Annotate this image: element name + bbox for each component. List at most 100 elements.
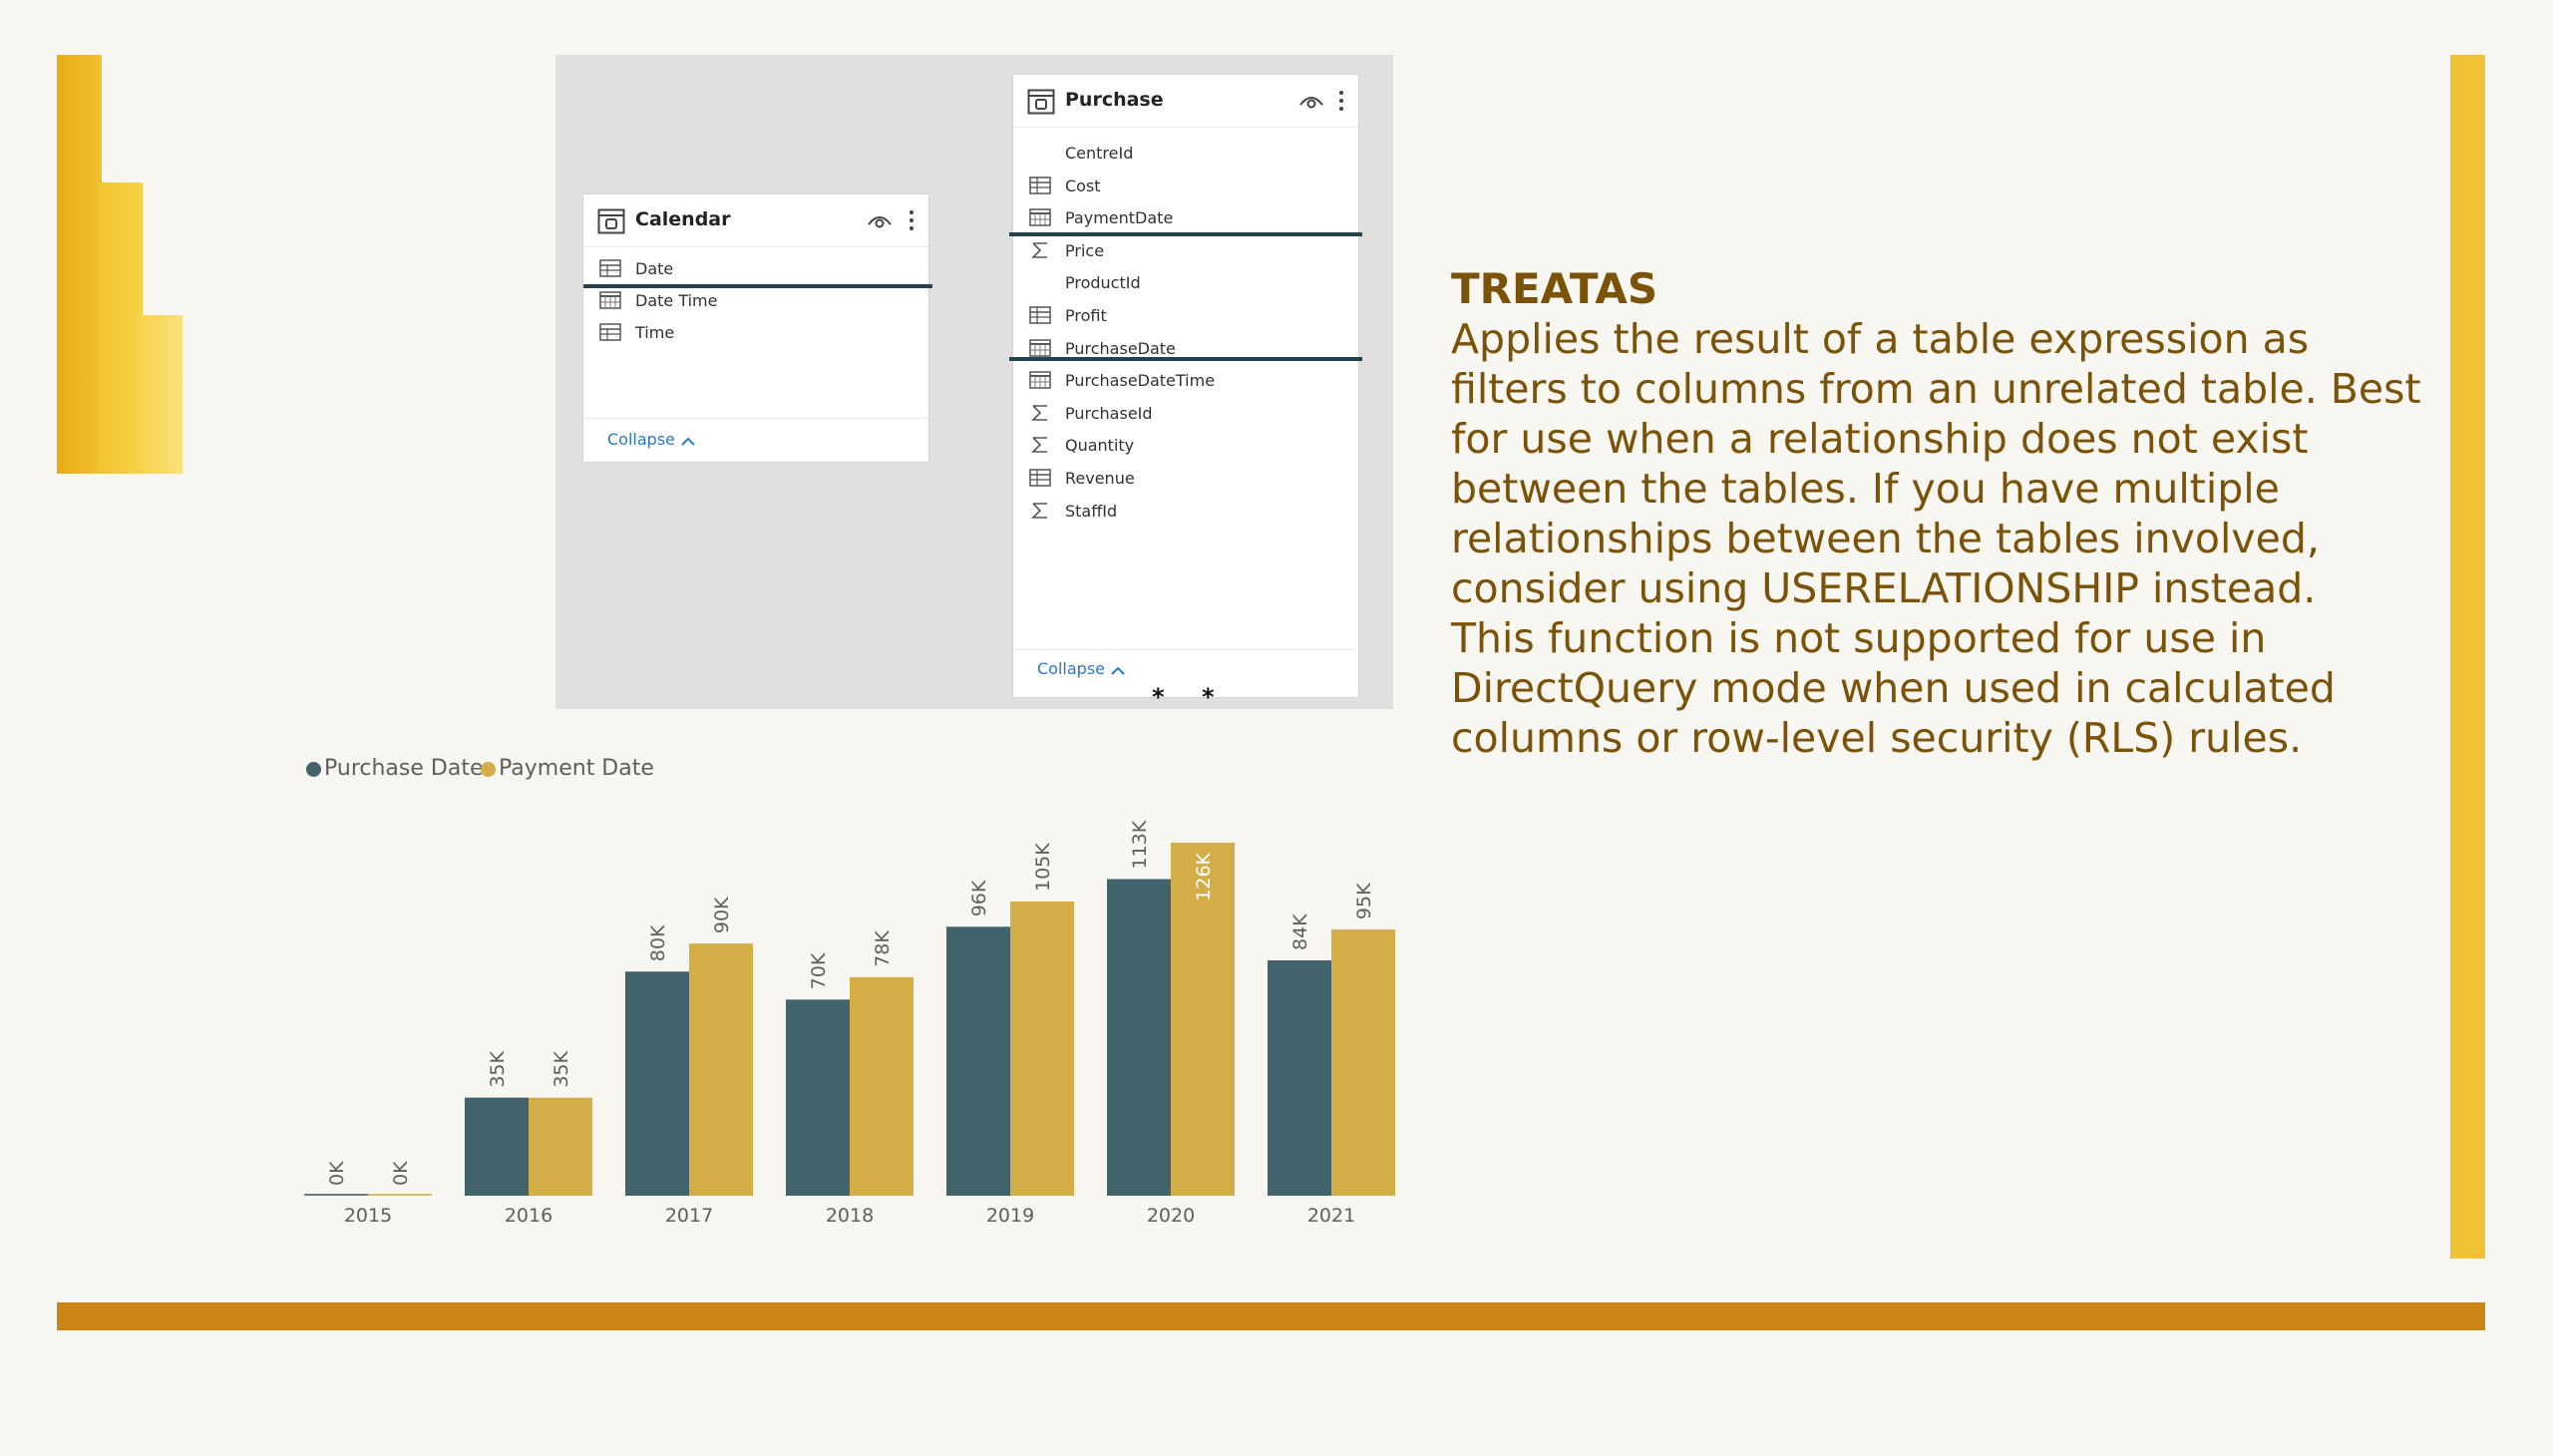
field-row-date[interactable]: Date [583,252,928,284]
data-label: 105K [1032,843,1054,892]
field-label: Time [635,323,675,342]
field-label: PurchaseId [1065,403,1153,423]
field-row[interactable]: Price [1013,234,1358,266]
field-row[interactable]: CentreId [1013,137,1358,169]
field-row[interactable]: Cost [1013,170,1358,201]
bar-chart: 0K 0K 2015 35K 35K 2016 80K 90K 2017 70K 78K 2018 96… [304,820,1395,1227]
field-label: Profit [1065,306,1107,325]
bar-payment-date[interactable] [529,1097,592,1196]
bar-purchase-date[interactable] [786,999,850,1196]
collapse-label: Collapse [1037,659,1105,678]
bottom-accent-bar [57,1302,2485,1330]
bar-purchase-date[interactable] [465,1097,529,1196]
calendar-icon [1029,338,1051,357]
field-row[interactable]: PaymentDate [1013,201,1358,233]
bar-purchase-date[interactable] [304,1194,368,1196]
card-footer-divider [1013,649,1358,650]
data-label: 78K [872,930,894,967]
info-title: TREATAS [1451,264,1658,313]
x-axis-tick-label: 2018 [826,1205,874,1227]
legend-dot-payment-date [481,762,496,777]
field-label: Quantity [1065,436,1135,456]
field-label: StaffId [1065,501,1118,521]
sigma-icon [1031,241,1047,258]
field-row[interactable]: ProductId [1013,266,1358,298]
field-row[interactable]: Revenue [1013,462,1358,494]
purchase-card-header: Purchase [1013,75,1358,128]
collapse-label: Collapse [607,430,675,449]
calendar-icon [599,291,621,309]
field-row[interactable]: PurchaseId [1013,397,1358,429]
bar-payment-date[interactable] [1010,902,1074,1196]
collapse-link[interactable]: Collapse [1037,659,1126,678]
field-row[interactable]: PurchaseDateTime [1013,364,1358,396]
logo-bar-tall [57,55,102,474]
chevron-up-icon [1111,666,1125,675]
field-row[interactable]: StaffId [1013,495,1358,527]
measure-table-icon [1029,306,1051,324]
info-text-block: TREATAS Applies the result of a table ex… [1451,264,2428,763]
field-row-time[interactable]: Time [583,316,928,348]
field-label: Price [1065,240,1105,260]
data-label: 126K [1193,852,1215,901]
field-label: PaymentDate [1065,208,1174,228]
table-icon [1027,89,1055,115]
chevron-up-icon [681,437,695,446]
bar-purchase-date[interactable] [625,971,689,1196]
field-label: Revenue [1065,469,1135,488]
calendar-table-card[interactable]: Calendar Date Date Time Time Collapse [583,194,928,462]
data-label: 96K [968,880,990,916]
data-label: 0K [326,1161,348,1186]
bar-payment-date[interactable] [850,976,913,1196]
info-paragraph-2: This function is not supported for use i… [1451,614,2336,762]
data-label: 0K [390,1161,412,1186]
field-label: PurchaseDate [1065,338,1176,358]
bar-purchase-date[interactable] [1107,879,1171,1196]
data-label: 90K [711,897,733,933]
sigma-icon [1031,404,1047,421]
bar-payment-date[interactable] [689,943,753,1196]
data-label: 80K [647,924,669,961]
info-paragraph-1: Applies the result of a table expression… [1451,315,2421,612]
field-label: Cost [1065,176,1101,195]
cardinality-marker: * [1202,683,1215,711]
field-row-date-time[interactable]: Date Time [583,284,928,316]
calendar-card-header: Calendar [583,194,928,247]
purchase-table-card[interactable]: Purchase CentreId Cost PaymentDate Price Pro… [1013,75,1358,697]
measure-table-icon [1029,469,1051,487]
data-label: 35K [550,1050,572,1087]
data-label: 35K [487,1050,509,1087]
field-label: Date Time [635,291,718,310]
bar-purchase-date[interactable] [1268,960,1331,1196]
right-accent-bar [2450,55,2485,1259]
logo-bar-short [140,315,182,474]
field-label: ProductId [1065,273,1141,293]
logo-bar-medium [98,182,143,474]
bar-payment-date[interactable] [368,1194,432,1196]
purchase-card-title: Purchase [1065,89,1164,111]
field-label: CentreId [1065,144,1134,163]
more-options-icon[interactable] [909,208,914,232]
data-label: 95K [1353,883,1375,919]
legend-label-payment-date: Payment Date [499,756,654,781]
data-label: 70K [808,952,830,989]
eye-icon[interactable] [1298,93,1324,111]
eye-icon[interactable] [867,212,893,230]
field-row[interactable]: Quantity [1013,429,1358,461]
measure-table-icon [1029,176,1051,194]
date-hierarchy-icon [599,259,621,277]
data-label: 113K [1129,820,1151,869]
collapse-link[interactable]: Collapse [607,430,696,449]
calendar-icon [1029,371,1051,389]
data-label: 84K [1289,913,1311,950]
date-hierarchy-icon [599,323,621,341]
bar-payment-date[interactable] [1331,929,1395,1196]
x-axis-tick-label: 2019 [986,1205,1034,1227]
x-axis-tick-label: 2017 [665,1205,713,1227]
field-row[interactable]: Profit [1013,299,1358,331]
field-label: Date [635,259,674,278]
more-options-icon[interactable] [1338,89,1344,113]
bar-purchase-date[interactable] [946,926,1010,1196]
relationship-line-calendar-date [583,284,932,288]
legend-label-purchase-date: Purchase Date [324,756,484,781]
